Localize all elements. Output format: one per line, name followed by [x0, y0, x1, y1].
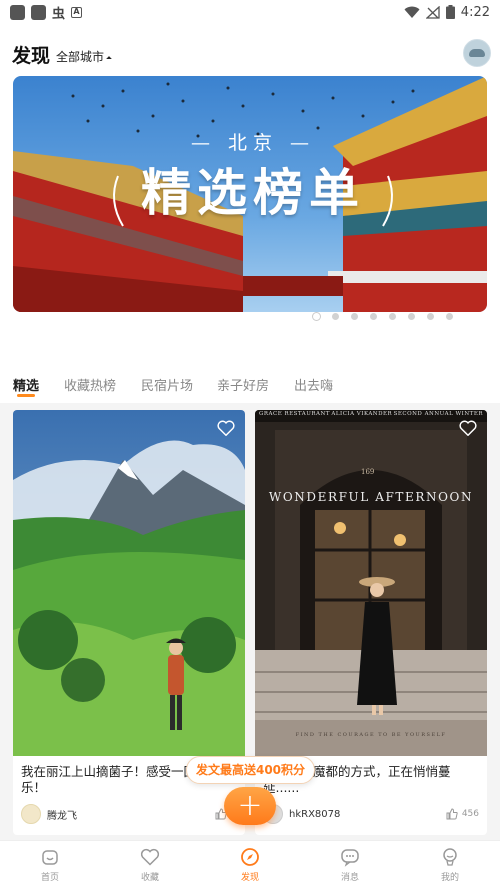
promo-bubble[interactable]: 发文最高送400积分 [186, 756, 315, 784]
tab-featured[interactable]: 精选 [13, 375, 39, 394]
image-sign: 169 [361, 468, 375, 476]
tab-homestay[interactable]: 民宿片场 [141, 375, 193, 394]
carousel-dot[interactable] [427, 313, 434, 320]
post-image [255, 410, 487, 756]
carousel-dot[interactable] [370, 313, 377, 320]
banner-title: 精选榜单 [141, 163, 365, 222]
carousel-dot[interactable] [446, 313, 453, 320]
author-avatar [21, 804, 41, 824]
tab-favorites-hot[interactable]: 收藏热榜 [64, 375, 116, 394]
post-author[interactable]: 腾龙飞 [21, 804, 77, 824]
notification-icon [10, 4, 25, 20]
bottom-nav: 首页 收藏 发现 消息 我的 [0, 840, 500, 889]
carousel-dot[interactable] [389, 313, 396, 320]
profile-icon [443, 848, 457, 866]
message-icon [341, 849, 359, 867]
banner-carousel[interactable]: — 北京 — 精选榜单 [13, 76, 487, 312]
clock: 4:22 [460, 4, 490, 20]
nav-profile[interactable]: 我的 [420, 847, 480, 883]
banner-title-block: — 北京 — 精选榜单 [123, 128, 383, 225]
author-name: hkRX8078 [289, 808, 341, 820]
carousel-dot[interactable] [351, 313, 358, 320]
tab-family[interactable]: 亲子好房 [217, 375, 269, 394]
favorite-heart-icon[interactable] [459, 420, 477, 436]
carousel-dot[interactable] [313, 313, 320, 320]
page-title: 发现 [12, 45, 51, 67]
tab-go-out[interactable]: 出去嗨 [294, 375, 333, 394]
carousel-dot[interactable] [408, 313, 415, 320]
post-image [13, 410, 245, 756]
image-caption: WONDERFUL AFTERNOON [268, 490, 474, 504]
city-label: 全部城市 [56, 50, 105, 64]
notification-icon [31, 4, 46, 20]
author-name: 腾龙飞 [47, 810, 77, 822]
wifi-icon [404, 6, 420, 18]
carousel-dot[interactable] [332, 313, 339, 320]
status-bar: 虫 A 4:22 [0, 0, 500, 24]
nav-favorites[interactable]: 收藏 [120, 847, 180, 883]
tab-underline [17, 394, 35, 397]
nav-messages[interactable]: 消息 [320, 847, 380, 883]
compass-icon [241, 848, 259, 866]
image-footer: FIND THE COURAGE TO BE YOURSELF [295, 732, 447, 738]
favorite-heart-icon[interactable] [217, 420, 235, 436]
heart-icon [140, 848, 160, 866]
no-signal-icon [425, 5, 440, 19]
nav-discover[interactable]: 发现 [220, 847, 280, 883]
carousel-indicator [0, 311, 500, 323]
battery-icon [445, 5, 455, 19]
create-post-button[interactable]: + [224, 787, 276, 825]
banner-city: — 北京 — [190, 132, 316, 154]
category-tabs: 精选 收藏热榜 民宿片场 亲子好房 出去嗨 [0, 363, 500, 403]
nav-home[interactable]: 首页 [20, 847, 80, 883]
city-selector[interactable]: 全部城市 [56, 48, 112, 65]
home-icon [42, 850, 58, 865]
header: 发现 全部城市 [0, 24, 500, 76]
caret-down-icon [106, 55, 112, 62]
image-header: GRACE RESTAURANT ALICIA VIKANDER SECOND … [259, 411, 483, 417]
a-icon: A [71, 6, 83, 18]
like-count[interactable]: 456 [446, 808, 479, 820]
user-avatar[interactable] [463, 39, 491, 67]
thumb-up-icon [446, 808, 458, 820]
app-glyph: 虫 [52, 6, 66, 22]
